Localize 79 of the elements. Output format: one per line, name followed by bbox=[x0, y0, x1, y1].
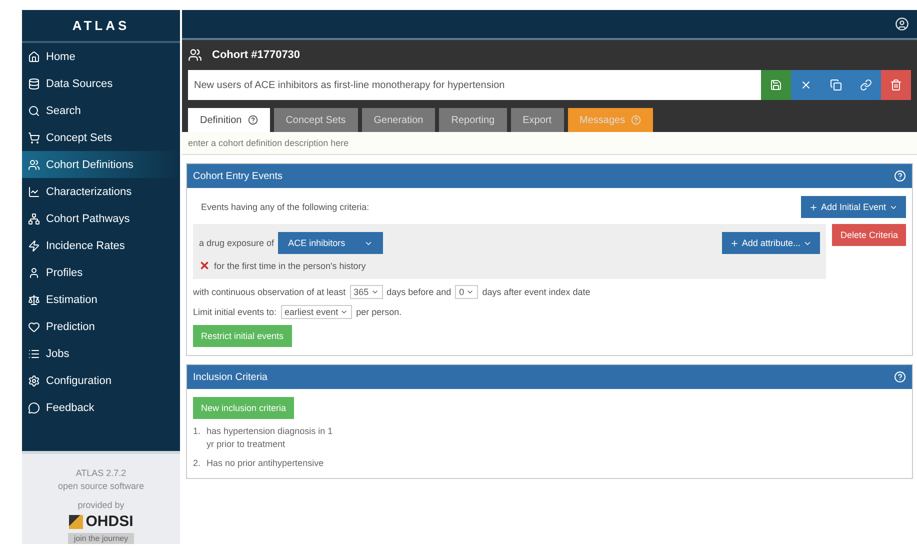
rule-number: 1. bbox=[193, 425, 201, 438]
sidebar-item[interactable]: Concept Sets bbox=[22, 124, 180, 151]
add-attribute-button[interactable]: Add attribute... bbox=[722, 232, 820, 254]
close-icon bbox=[800, 79, 812, 91]
limit-select[interactable]: earliest event bbox=[280, 305, 352, 319]
first-time-text: for the first time in the person's history bbox=[214, 260, 366, 270]
caret-icon bbox=[370, 288, 379, 296]
users-icon bbox=[188, 48, 202, 62]
days-after-select[interactable]: 0 bbox=[455, 285, 478, 299]
search-icon bbox=[28, 104, 40, 116]
cohort-title: Cohort #1770730 bbox=[212, 49, 300, 61]
caret-icon bbox=[340, 308, 348, 316]
user-icon[interactable] bbox=[895, 17, 909, 31]
limit-text: Limit initial events to: bbox=[193, 307, 277, 317]
concept-button[interactable]: ACE inhibitors bbox=[278, 232, 384, 254]
observation-text: days before and bbox=[386, 287, 452, 297]
footer-link[interactable]: join the journey bbox=[68, 533, 134, 544]
sidebar-item[interactable]: Cohort Pathways bbox=[22, 205, 180, 232]
plus-icon bbox=[730, 238, 739, 248]
help-icon bbox=[631, 115, 642, 125]
sidebar-item[interactable]: Data Sources bbox=[22, 70, 180, 97]
rule-text[interactable]: has hypertension diagnosis in 1 yr prior to treatment bbox=[206, 425, 333, 451]
app-logo: ATLAS bbox=[22, 10, 180, 43]
help-icon bbox=[248, 115, 258, 125]
sidebar-item[interactable]: Home bbox=[22, 43, 180, 70]
sidebar-item[interactable]: Prediction bbox=[22, 313, 180, 340]
tab[interactable]: Definition bbox=[188, 108, 270, 132]
sidebar-item[interactable]: Estimation bbox=[22, 286, 180, 313]
sidebar-item[interactable]: Jobs bbox=[22, 340, 180, 367]
link-icon bbox=[860, 79, 872, 91]
home-icon bbox=[28, 50, 40, 62]
provided-text: provided by bbox=[78, 500, 124, 510]
cart-icon bbox=[28, 132, 40, 144]
panel-title: Cohort Entry Events bbox=[193, 170, 282, 182]
sidebar-item[interactable]: Incidence Rates bbox=[22, 232, 180, 259]
settings-icon bbox=[28, 374, 40, 386]
observation-text: days after event index date bbox=[482, 287, 590, 297]
sidebar-item[interactable]: Search bbox=[22, 97, 180, 124]
rule-text[interactable]: Has no prior antihypertensive bbox=[206, 457, 324, 470]
description-field[interactable]: enter a cohort definition description here bbox=[182, 132, 917, 155]
name-field[interactable]: New users of ACE inhibitors as first-line monotherapy for hypertension bbox=[188, 70, 761, 100]
rule-number: 2. bbox=[193, 457, 201, 470]
user-icon bbox=[28, 266, 40, 278]
panel-title: Inclusion Criteria bbox=[193, 372, 268, 382]
delete-criteria-button[interactable]: Delete Criteria bbox=[832, 224, 906, 246]
days-before-select[interactable]: 365 bbox=[350, 285, 383, 299]
observation-text: with continuous observation of at least bbox=[193, 287, 346, 297]
delete-button[interactable] bbox=[881, 70, 911, 100]
sidebar-item[interactable]: Characterizations bbox=[22, 178, 180, 205]
trash-icon bbox=[890, 79, 902, 91]
limit-text: per person. bbox=[356, 307, 402, 317]
scale-icon bbox=[28, 294, 40, 306]
database-icon bbox=[28, 78, 40, 90]
add-initial-event-button[interactable]: Add Initial Event bbox=[800, 196, 906, 218]
save-icon bbox=[770, 79, 782, 91]
criteria-text: a drug exposure of bbox=[199, 238, 274, 248]
line-chart-icon bbox=[28, 186, 40, 198]
save-button[interactable] bbox=[761, 70, 791, 100]
caret-icon bbox=[466, 288, 474, 296]
sidebar-item[interactable]: Feedback bbox=[22, 394, 180, 421]
copy-icon bbox=[830, 79, 842, 91]
brand-name: OHDSI bbox=[86, 513, 134, 530]
users-icon bbox=[28, 158, 40, 170]
help-icon[interactable] bbox=[894, 170, 906, 182]
heart-icon bbox=[28, 320, 40, 332]
lightning-icon bbox=[28, 240, 40, 252]
remove-icon[interactable] bbox=[199, 260, 210, 271]
plus-icon bbox=[808, 202, 818, 212]
link-button[interactable] bbox=[851, 70, 881, 100]
tagline-text: open source software bbox=[58, 481, 144, 491]
intro-text: Events having any of the following criteria: bbox=[200, 202, 370, 212]
network-icon bbox=[28, 212, 40, 224]
sidebar-item[interactable]: Configuration bbox=[22, 367, 180, 394]
close-button[interactable] bbox=[791, 70, 821, 100]
version-text: ATLAS 2.7.2 bbox=[76, 468, 126, 478]
speech-bubble-icon bbox=[28, 402, 40, 414]
sidebar-item[interactable]: Profiles bbox=[22, 259, 180, 286]
help-icon[interactable] bbox=[894, 371, 906, 383]
brand-logo-icon bbox=[68, 514, 83, 528]
